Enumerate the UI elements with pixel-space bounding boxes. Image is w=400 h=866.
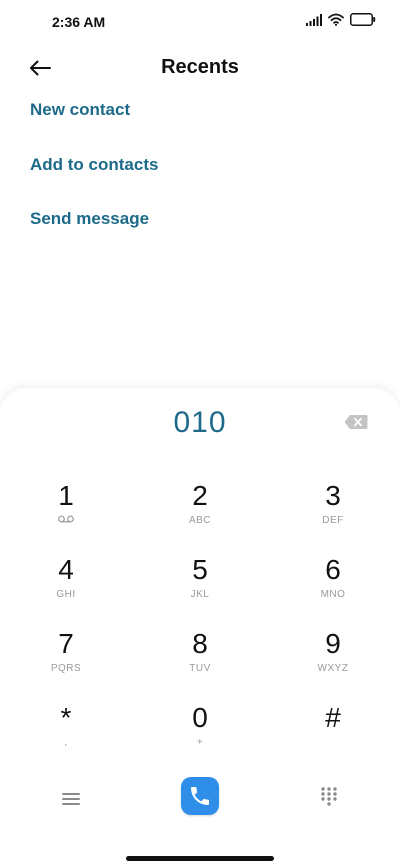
key-digit: 6	[325, 554, 341, 585]
key-sub: GHI	[56, 589, 76, 600]
key-0[interactable]: 0 +	[145, 702, 255, 772]
keypad-toggle-button[interactable]	[320, 786, 338, 806]
key-sub: MNO	[320, 589, 346, 600]
keypad-icon	[321, 787, 337, 806]
menu-icon	[62, 793, 80, 805]
key-5[interactable]: 5 JKL	[145, 554, 255, 624]
key-sub: JKL	[190, 589, 210, 600]
send-message-link[interactable]: Send message	[30, 209, 158, 233]
key-sub: DEF	[322, 515, 344, 526]
home-indicator[interactable]	[126, 856, 274, 861]
key-star[interactable]: * ,	[11, 702, 121, 772]
wifi-icon	[328, 13, 344, 26]
signal-icon	[306, 13, 322, 26]
backspace-button[interactable]	[344, 414, 368, 430]
key-digit: *	[60, 702, 72, 733]
key-sub: WXYZ	[317, 663, 349, 674]
key-2[interactable]: 2 ABC	[145, 480, 255, 550]
key-sub: TUV	[189, 663, 211, 674]
key-digit: 1	[58, 480, 74, 511]
key-sub	[11, 514, 121, 528]
status-bar: 2:36 AM	[0, 0, 400, 44]
key-digit: 0	[192, 702, 208, 733]
key-digit: 9	[325, 628, 341, 659]
key-digit: 2	[192, 480, 208, 511]
key-4[interactable]: 4 GHI	[11, 554, 121, 624]
key-sub: ABC	[188, 515, 212, 526]
voicemail-icon	[58, 515, 74, 523]
key-6[interactable]: 6 MNO	[278, 554, 388, 624]
key-9[interactable]: 9 WXYZ	[278, 628, 388, 698]
key-hash[interactable]: #	[278, 702, 388, 772]
key-sub: PQRS	[50, 663, 82, 674]
backspace-icon	[344, 415, 368, 429]
key-sub: +	[196, 737, 204, 748]
key-digit: 4	[58, 554, 74, 585]
key-sub: ,	[64, 737, 68, 748]
call-button[interactable]	[181, 777, 219, 815]
add-to-contacts-link[interactable]: Add to contacts	[30, 155, 158, 179]
page-title: Recents	[161, 56, 239, 78]
key-1[interactable]: 1	[11, 480, 121, 550]
battery-icon	[350, 13, 376, 26]
key-digit: 5	[192, 554, 208, 585]
menu-button[interactable]	[60, 790, 82, 808]
new-contact-link[interactable]: New contact	[30, 100, 158, 124]
header: Recents	[0, 44, 400, 92]
status-time: 2:36 AM	[52, 14, 106, 30]
action-list: New contact Add to contacts Send message	[30, 100, 158, 264]
key-digit: #	[325, 702, 341, 733]
key-digit: 7	[58, 628, 74, 659]
key-digit: 8	[192, 628, 208, 659]
phone-icon	[191, 787, 209, 805]
dialpad: 010 1 2 ABC 3 DEF 4 GHI 5 JKL 6 MNO 7 PQ…	[0, 388, 400, 866]
key-8[interactable]: 8 TUV	[145, 628, 255, 698]
dialed-number: 010	[173, 406, 227, 439]
key-3[interactable]: 3 DEF	[278, 480, 388, 550]
key-7[interactable]: 7 PQRS	[11, 628, 121, 698]
key-digit: 3	[325, 480, 341, 511]
status-icons	[306, 13, 376, 26]
